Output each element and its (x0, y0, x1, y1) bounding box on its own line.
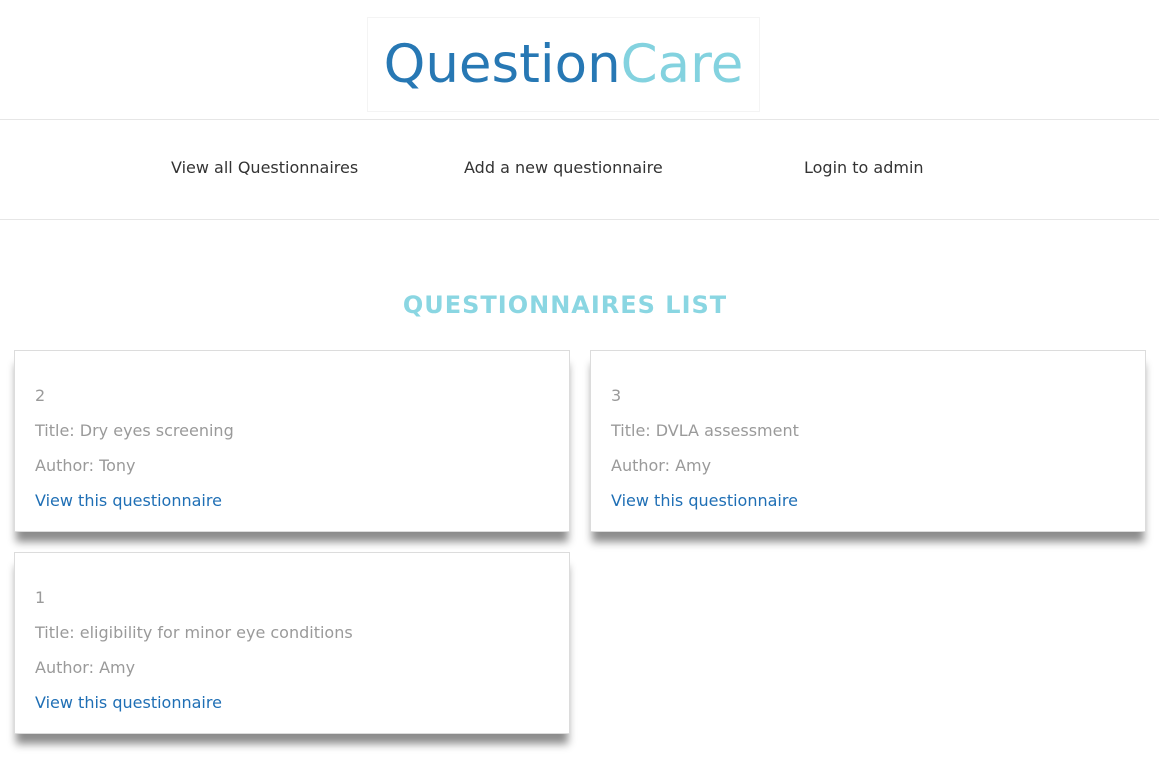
nav-login-admin[interactable]: Login to admin (804, 158, 924, 177)
questionnaire-id: 3 (611, 386, 622, 405)
page-title: QUESTIONNAIRES LIST (402, 291, 728, 319)
questionnaire-card: 1 Title: eligibility for minor eye condi… (14, 552, 570, 734)
logo-text: QuestionCare (384, 38, 744, 91)
nav-view-all-questionnaires[interactable]: View all Questionnaires (171, 158, 358, 177)
logo-care: Care (620, 34, 744, 95)
logo[interactable]: QuestionCare (367, 17, 760, 112)
site-header: QuestionCare (0, 0, 1159, 120)
questionnaire-title: Title: Dry eyes screening (35, 421, 234, 440)
questionnaire-id: 2 (35, 386, 46, 405)
main-nav: View all Questionnaires Add a new questi… (0, 120, 1159, 220)
view-questionnaire-link[interactable]: View this questionnaire (611, 491, 798, 510)
questionnaire-id: 1 (35, 588, 46, 607)
questionnaire-card: 2 Title: Dry eyes screening Author: Tony… (14, 350, 570, 532)
view-questionnaire-link[interactable]: View this questionnaire (35, 491, 222, 510)
nav-add-questionnaire[interactable]: Add a new questionnaire (464, 158, 663, 177)
questionnaire-author: Author: Tony (35, 456, 136, 475)
questionnaire-card: 3 Title: DVLA assessment Author: Amy Vie… (590, 350, 1146, 532)
questionnaire-author: Author: Amy (611, 456, 712, 475)
questionnaire-author: Author: Amy (35, 658, 136, 677)
questionnaire-title: Title: eligibility for minor eye conditi… (35, 623, 353, 642)
logo-question: Question (383, 34, 621, 95)
view-questionnaire-link[interactable]: View this questionnaire (35, 693, 222, 712)
questionnaire-title: Title: DVLA assessment (611, 421, 799, 440)
